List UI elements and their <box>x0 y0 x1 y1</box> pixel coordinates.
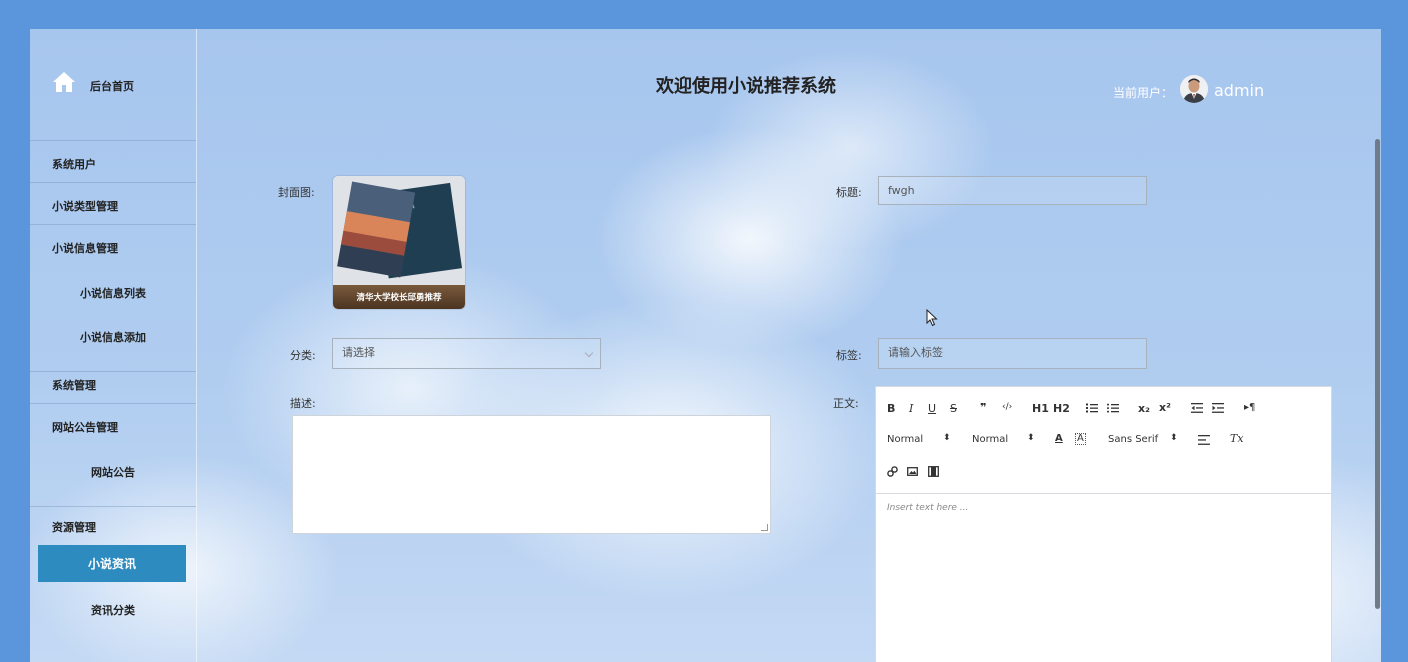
sidebar-item-label: 网站公告管理 <box>52 421 118 434</box>
description-label: 描述: <box>290 397 316 410</box>
bold-button[interactable]: B <box>887 402 895 415</box>
sidebar-subitem-notice[interactable]: 网站公告 <box>30 464 196 507</box>
sidebar-item-system-users[interactable]: 系统用户 <box>30 141 196 183</box>
resize-handle-icon[interactable] <box>761 524 768 531</box>
avatar-image <box>1180 75 1208 103</box>
bullet-list-icon[interactable] <box>1107 403 1119 413</box>
header-size-select[interactable]: Normal <box>887 434 923 445</box>
cover-label: 封面图: <box>278 186 315 199</box>
ordered-list-icon[interactable] <box>1086 403 1098 413</box>
tag-input[interactable]: 请输入标签 <box>878 338 1147 369</box>
sidebar-home[interactable]: 后台首页 <box>30 29 196 141</box>
sidebar-subitem-novel-news[interactable]: 小说资讯 <box>38 545 186 582</box>
sidebar-item-label: 小说类型管理 <box>52 200 118 213</box>
sidebar-item-system-manage[interactable]: 系统管理 <box>30 362 196 404</box>
underline-button[interactable]: U <box>928 402 936 415</box>
sidebar-item-novel-types[interactable]: 小说类型管理 <box>30 183 196 225</box>
mouse-cursor-icon <box>926 309 938 327</box>
app-frame: 后台首页 系统用户 小说类型管理 小说信息管理 小说信息列表 小说信息添加 系统… <box>30 29 1381 662</box>
editor-placeholder: Insert text here ... <box>887 503 969 513</box>
background-color-icon[interactable]: A <box>1075 433 1086 445</box>
text-direction-button[interactable]: ▸¶ <box>1244 402 1255 413</box>
subscript-button[interactable]: x₂ <box>1138 402 1150 415</box>
rich-text-editor[interactable]: B I U S ❞ ‹/› H1 H2 x₂ x² ▸¶ Normal ⬍ No… <box>875 386 1332 662</box>
chevron-down-icon <box>584 348 594 358</box>
sidebar-item-label: 系统管理 <box>52 379 96 392</box>
sidebar-subitem-news-category[interactable]: 资讯分类 <box>30 602 196 618</box>
page-title: 欢迎使用小说推荐系统 <box>656 76 836 97</box>
indent-icon[interactable] <box>1212 403 1224 413</box>
outdent-icon[interactable] <box>1191 403 1203 413</box>
page-scrollbar[interactable] <box>1375 139 1380 609</box>
sidebar-item-label: 资源管理 <box>52 521 96 534</box>
text-color-icon[interactable]: A <box>1055 433 1063 444</box>
cover-caption: 清华大学校长邱勇推荐 <box>333 285 465 309</box>
title-input[interactable]: fwgh <box>878 176 1147 205</box>
avatar[interactable] <box>1180 75 1208 103</box>
superscript-button[interactable]: x² <box>1159 401 1171 414</box>
code-button[interactable]: ‹/› <box>1002 402 1012 412</box>
tag-label: 标签: <box>836 349 862 362</box>
image-icon[interactable] <box>907 467 918 476</box>
chevron-updown-icon: ⬍ <box>1027 433 1035 443</box>
italic-button[interactable]: I <box>909 402 913 415</box>
current-user-name[interactable]: admin <box>1214 81 1264 100</box>
cover-image-upload[interactable]: WALDEN 清华大学校长邱勇推荐 <box>333 176 465 309</box>
category-select-value: 请选择 <box>342 346 375 359</box>
font-family-select[interactable]: Sans Serif <box>1108 434 1158 445</box>
sidebar-item-notice-manage[interactable]: 网站公告管理 <box>30 404 196 445</box>
current-user-label: 当前用户： <box>1113 86 1174 100</box>
h1-button[interactable]: H1 <box>1032 402 1049 415</box>
description-textarea[interactable] <box>292 415 771 534</box>
clear-format-button[interactable]: Tx <box>1230 432 1244 445</box>
body-label: 正文: <box>833 397 859 410</box>
sidebar-item-novel-info[interactable]: 小说信息管理 <box>30 225 196 266</box>
video-icon[interactable] <box>928 466 939 477</box>
align-icon[interactable] <box>1198 435 1210 445</box>
strike-button[interactable]: S <box>950 402 957 415</box>
sidebar-subitem-novel-list[interactable]: 小说信息列表 <box>30 285 196 301</box>
sidebar: 后台首页 系统用户 小说类型管理 小说信息管理 小说信息列表 小说信息添加 系统… <box>30 29 197 662</box>
link-icon[interactable] <box>887 466 898 477</box>
h2-button[interactable]: H2 <box>1053 402 1070 415</box>
title-label: 标题: <box>836 186 862 199</box>
chevron-updown-icon: ⬍ <box>1170 433 1178 443</box>
category-label: 分类: <box>290 349 316 362</box>
blockquote-button[interactable]: ❞ <box>980 401 986 414</box>
home-icon <box>53 72 75 92</box>
sidebar-item-label: 小说信息管理 <box>52 242 118 255</box>
category-select[interactable]: 请选择 <box>332 338 601 369</box>
font-size-select[interactable]: Normal <box>972 434 1008 445</box>
sidebar-home-label: 后台首页 <box>90 80 134 93</box>
book-cover-image: WALDEN <box>333 176 465 286</box>
chevron-updown-icon: ⬍ <box>943 433 951 443</box>
editor-toolbar: B I U S ❞ ‹/› H1 H2 x₂ x² ▸¶ Normal ⬍ No… <box>876 387 1331 494</box>
sidebar-item-label: 系统用户 <box>52 158 96 171</box>
sidebar-item-resource-manage[interactable]: 资源管理 <box>30 504 196 545</box>
